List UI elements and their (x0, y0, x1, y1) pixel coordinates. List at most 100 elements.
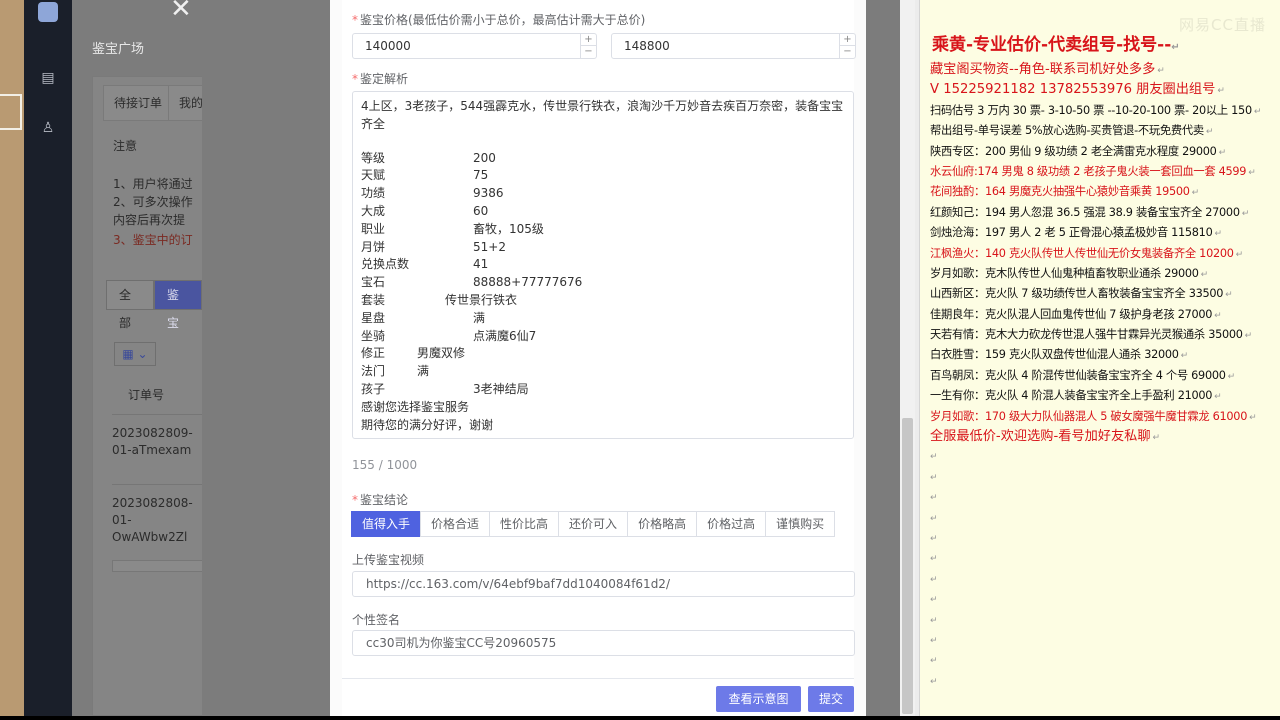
note-text: 水云仙府:174 男鬼 8 级功绩 2 老孩子鬼火装一套回血一套 4599 (930, 164, 1247, 178)
field-key: 月饼 (361, 239, 386, 254)
field-key: 宝石 (361, 275, 386, 290)
analysis-field: 宝石 88888+77777676 (361, 274, 845, 292)
conclusion-option[interactable]: 性价比高 (489, 511, 560, 537)
close-icon[interactable]: ✕ (170, 0, 192, 24)
field-value: 点满魔6仙7 (473, 328, 537, 343)
tab-my-orders[interactable]: 我的 (168, 85, 202, 121)
order-filter: 全部 鉴宝 (106, 280, 202, 330)
price-min-value: 140000 (365, 39, 411, 53)
empty-line-mark: ↵ (930, 615, 938, 626)
note-text: 藏宝阁买物资--角色-联系司机好处多多 (930, 62, 1156, 77)
decrement-icon[interactable]: − (581, 46, 596, 58)
field-value: 传世景行铁衣 (445, 292, 518, 307)
conclusion-option[interactable]: 价格合适 (420, 511, 491, 537)
app-logo-icon[interactable] (38, 2, 58, 22)
note-line: 帮出组号-单号误差 5%放心选购-买贵管退-不玩免费代卖 ↵ (930, 121, 1280, 141)
empty-line-mark: ↵ (930, 574, 938, 585)
stream-watermark: 网易CC直播 (1179, 16, 1266, 34)
note-line: 水云仙府:174 男鬼 8 级功绩 2 老孩子鬼火装一套回血一套 4599 ↵ (930, 162, 1280, 182)
notice-line: 2、可多次操作 (113, 195, 193, 209)
note-text: 天若有情：克木大力砍龙传世混人强牛甘霖异光灵猴通杀 35000 (930, 328, 1243, 342)
note-line: 江枫渔火：140 克火队传世人传世仙无价女鬼装备齐全 10200 ↵ (930, 244, 1280, 264)
increment-icon[interactable]: + (581, 34, 596, 46)
modal-scrollbar[interactable] (900, 0, 915, 716)
horizontal-scrollbar[interactable] (112, 560, 202, 572)
conclusion-option[interactable]: 价格过高 (696, 511, 767, 537)
view-preview-button[interactable]: 查看示意图 (716, 686, 801, 712)
field-key: 坐骑 (361, 328, 386, 343)
line-break-mark: ↵ (1180, 351, 1189, 362)
notice-title: 注意 (113, 139, 138, 153)
notice-line: 1、用户将通过 (113, 177, 193, 191)
field-key: 天赋 (361, 168, 386, 183)
note-line: 天若有情：克木大力砍龙传世混人强牛甘霖异光灵猴通杀 35000 ↵ (930, 325, 1280, 345)
filter-appraisal[interactable]: 鉴宝 (154, 280, 202, 330)
note-line: 藏宝阁买物资--角色-联系司机好处多多 ↵ (930, 60, 1280, 80)
notes-body: 藏宝阁买物资--角色-联系司机好处多多 ↵ V 15225921182 137825… (930, 60, 1280, 692)
note-text: 红颜知己：194 男人忽混 36.5 强混 38.9 装备宝宝齐全 27000 (930, 205, 1240, 219)
price-max-stepper[interactable]: 148800 + − (611, 33, 856, 59)
decrement-icon[interactable]: − (840, 46, 855, 58)
tab-pending-orders[interactable]: 待接订单 (103, 85, 174, 121)
line-break-mark: ↵ (1214, 392, 1222, 403)
order-number: 01- (112, 513, 132, 527)
empty-line-mark: ↵ (930, 533, 938, 544)
note-text: V 15225921182 13782553976 朋友圈出组号 (930, 82, 1216, 98)
page-title: 鉴宝广场 (92, 42, 145, 57)
line-break-mark: ↵ (1214, 310, 1222, 321)
required-star: * (352, 493, 358, 507)
document-icon[interactable]: ▤ (36, 68, 60, 88)
note-text: 江枫渔火：140 克火队传世人传世仙无价女鬼装备齐全 10200 (930, 246, 1234, 260)
conclusion-option[interactable]: 还价可入 (558, 511, 629, 537)
analysis-outro: 感谢您选择鉴宝服务 (361, 399, 470, 414)
user-icon[interactable]: ♙ (36, 118, 60, 138)
note-text: 陕西专区：200 男仙 9 级功绩 2 老全满雷克水程度 29000 (930, 144, 1217, 158)
note-line: 扫码估号 3 万内 30 票- 3-10-50 票 --10-20-100 票-… (930, 101, 1280, 121)
scrollbar-thumb[interactable] (902, 418, 913, 714)
submit-button[interactable]: 提交 (808, 686, 854, 712)
note-text: 岁月如歌：170 级大力队仙器混人 5 破女魔强牛魔甘霖龙 61000 (930, 409, 1248, 423)
taskbar-edge (0, 716, 1280, 720)
line-break-mark: ↵ (1218, 147, 1227, 158)
empty-line-mark: ↵ (930, 656, 938, 667)
signature-input[interactable]: cc30司机为你鉴宝CC号20960575 (352, 630, 855, 656)
increment-icon[interactable]: + (840, 34, 855, 46)
stepper-buttons: + − (580, 34, 596, 58)
note-line: 陕西专区：200 男仙 9 级功绩 2 老全满雷克水程度 29000 ↵ (930, 142, 1280, 162)
empty-line-mark: ↵ (930, 452, 938, 463)
grid-icon[interactable]: ▦ ⌄ (114, 342, 156, 366)
conclusion-option[interactable]: 价格略高 (627, 511, 698, 537)
analysis-intro: 4上区，3老孩子，544强霹克水，传世景行铁衣，浪淘沙千万妙音去疾百万奈密，装备… (361, 99, 844, 131)
conclusion-options: 值得入手 价格合适 性价比高 还价可入 价格略高 价格过高 谨慎购买 (351, 511, 836, 537)
notice-line: 内容后再次提 (113, 213, 186, 227)
table-row[interactable]: 2023082809- 01-aTmexam (112, 414, 202, 482)
filter-all[interactable]: 全部 (106, 280, 154, 330)
line-break-mark: ↵ (1205, 127, 1214, 138)
required-star: * (352, 72, 358, 86)
conclusion-option[interactable]: 谨慎购买 (765, 511, 836, 537)
conclusion-option[interactable]: 值得入手 (351, 511, 422, 537)
analysis-textarea[interactable]: 4上区，3老孩子，544强霹克水，传世景行铁衣，浪淘沙千万妙音去疾百万奈密，装备… (352, 91, 854, 439)
video-url-input[interactable]: https://cc.163.com/v/64ebf9baf7dd1040084… (352, 571, 855, 597)
line-break-mark: ↵ (1235, 249, 1244, 260)
appraisal-form: * 鉴宝价格(最低估价需小于总价，最高估计需大于总价) 140000 + − 14… (342, 0, 856, 716)
wallpaper-decoration (0, 94, 22, 130)
signature-label: 个性签名 (352, 613, 401, 627)
note-line: 花间独酌：164 男魔克火抽强牛心猿妙音乘黄 19500 ↵ (930, 182, 1280, 202)
table-row[interactable]: 2023082808- 01- OwAWbw2Zl (112, 484, 202, 564)
video-label: 上传鉴宝视频 (352, 553, 425, 567)
field-key: 套装 (361, 292, 386, 307)
note-line: 岁月如歌：170 级大力队仙器混人 5 破女魔强牛魔甘霖龙 61000 ↵ (930, 407, 1280, 427)
analysis-field: 套装 传世景行铁衣 (361, 292, 845, 310)
analysis-fields: 等级 200 天赋 75 功绩 9386 大成 60 职业 畜牧，105级 月饼 51+2 兑换点数 41… (361, 150, 845, 399)
order-number: 2023082809- (112, 426, 193, 440)
note-text: 白衣胜雪：159 克火队双盘传世仙混人通杀 32000 (930, 348, 1179, 362)
analysis-field: 兑换点数 41 (361, 256, 845, 274)
analysis-field: 孩子 3老神结局 (361, 381, 845, 399)
required-star: * (352, 13, 358, 27)
notice-line: 3、鉴宝中的订 (113, 233, 193, 247)
field-key: 职业 (361, 221, 386, 236)
price-min-stepper[interactable]: 140000 + − (352, 33, 597, 59)
analysis-field: 星盘 满 (361, 310, 845, 328)
note-text: 帮出组号-单号误差 5%放心选购-买贵管退-不玩免费代卖 (930, 124, 1204, 138)
